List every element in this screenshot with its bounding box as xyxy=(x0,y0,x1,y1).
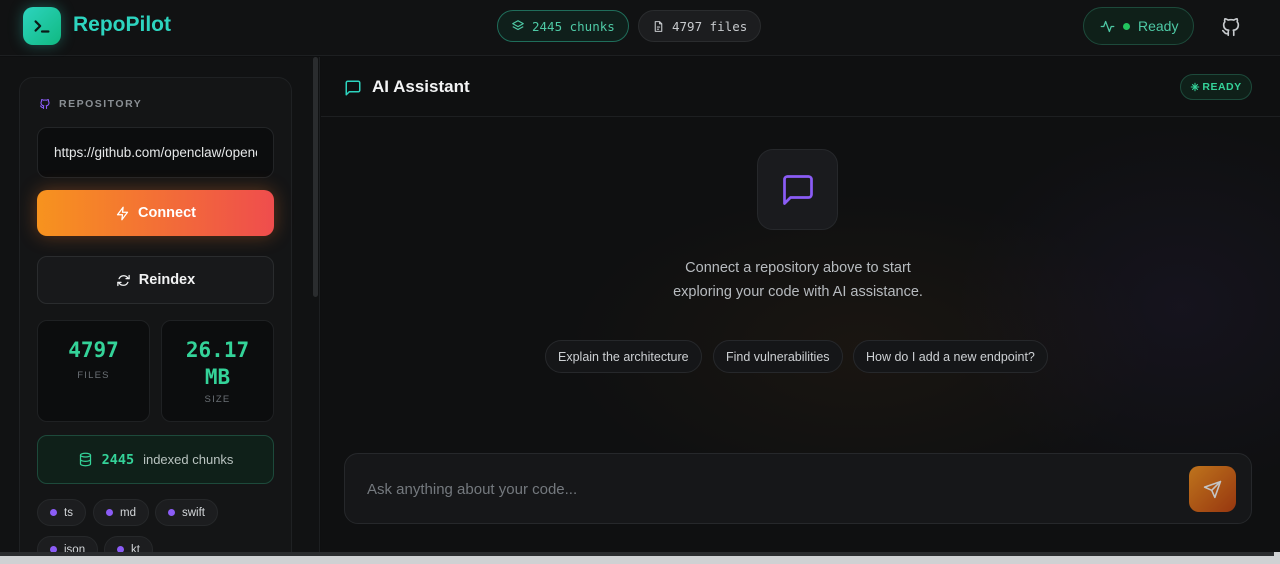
language-tag[interactable]: md xyxy=(93,499,149,526)
window-bottom-border xyxy=(0,552,1274,556)
status-dot xyxy=(1123,22,1130,30)
sidebar-scrollbar[interactable] xyxy=(313,57,318,297)
ready-badge-label: READY xyxy=(1202,81,1242,93)
message-square-icon xyxy=(345,80,361,96)
ready-badge: READY xyxy=(1180,74,1252,100)
suggestion-chip[interactable]: How do I add a new endpoint? xyxy=(853,340,1048,373)
indexed-chunks-label: indexed chunks xyxy=(143,452,234,467)
language-tag-label: swift xyxy=(182,506,205,519)
top-header: RepoPilot 2445 chunks 4797 files Ready xyxy=(0,0,1280,56)
chunks-pill: 2445 chunks xyxy=(497,10,629,42)
size-stat-label: SIZE xyxy=(204,394,231,405)
chunks-pill-label: 2445 chunks xyxy=(532,18,615,34)
database-icon xyxy=(79,452,91,467)
layers-icon xyxy=(512,20,524,31)
connect-button-label: Connect xyxy=(138,205,196,221)
reindex-button-label: Reindex xyxy=(138,272,196,288)
repository-label-text: REPOSITORY xyxy=(59,98,143,110)
file-icon xyxy=(654,20,663,32)
language-tag[interactable]: swift xyxy=(155,499,218,526)
empty-state-line-1: Connect a repository above to start xyxy=(685,260,911,276)
files-pill: 4797 files xyxy=(638,10,762,42)
chat-input-container xyxy=(344,453,1252,524)
tag-dot xyxy=(50,509,57,516)
suggestion-chip[interactable]: Explain the architecture xyxy=(545,340,702,373)
repo-url-input[interactable] xyxy=(37,127,274,178)
activity-icon xyxy=(1100,20,1115,32)
github-icon[interactable] xyxy=(1220,16,1242,38)
tag-dot xyxy=(168,509,175,516)
language-tag[interactable]: kt xyxy=(104,536,153,552)
size-stat-value-number: 26.17 xyxy=(185,338,250,362)
github-icon xyxy=(39,98,50,110)
empty-state-message: Connect a repository above to start expl… xyxy=(600,256,996,304)
language-tag[interactable]: ts xyxy=(37,499,86,526)
size-stat-value: 26.17 MB xyxy=(162,337,273,391)
files-pill-label: 4797 files xyxy=(672,18,748,34)
zap-icon xyxy=(116,206,129,220)
empty-state-line-2: exploring your code with AI assistance. xyxy=(673,284,923,300)
status-badge: Ready xyxy=(1083,7,1194,45)
language-tag-label: md xyxy=(120,506,136,519)
indexed-chunks-box: 2445 indexed chunks xyxy=(37,435,274,484)
terminal-icon xyxy=(34,20,50,33)
indexed-chunks-count: 2445 xyxy=(101,451,135,468)
connect-button[interactable]: Connect xyxy=(37,190,274,236)
reindex-button[interactable]: Reindex xyxy=(37,256,274,304)
empty-state-icon-box xyxy=(757,149,838,230)
tag-dot xyxy=(106,509,113,516)
app-logo[interactable] xyxy=(23,7,61,45)
files-stat-label: FILES xyxy=(77,370,110,381)
chat-input[interactable] xyxy=(367,474,1167,504)
files-stat-value: 4797 xyxy=(68,338,119,362)
files-stat-card: 4797 FILES xyxy=(37,320,150,422)
size-stat-card: 26.17 MB SIZE xyxy=(161,320,274,422)
language-tag-label: json xyxy=(64,543,86,553)
status-text: Ready xyxy=(1138,18,1179,34)
size-stat-value-unit: MB xyxy=(204,365,231,389)
app-name: RepoPilot xyxy=(73,13,171,36)
send-icon xyxy=(1203,480,1222,498)
suggestion-chip[interactable]: Find vulnerabilities xyxy=(713,340,843,373)
sparkle-icon xyxy=(1191,82,1200,92)
sidebar: REPOSITORY Connect Reindex 4797 FILES 26… xyxy=(0,57,320,552)
message-square-icon xyxy=(782,174,813,205)
assistant-title: AI Assistant xyxy=(372,77,470,96)
repository-section-label: REPOSITORY xyxy=(39,98,142,110)
send-button[interactable] xyxy=(1189,466,1236,512)
language-tag[interactable]: json xyxy=(37,536,99,553)
refresh-icon xyxy=(117,274,130,286)
language-tag-label: ts xyxy=(64,506,73,519)
assistant-header: AI Assistant READY xyxy=(321,57,1280,117)
language-tag-label: kt xyxy=(131,543,140,553)
assistant-panel: AI Assistant READY Connect a repository … xyxy=(321,57,1280,552)
